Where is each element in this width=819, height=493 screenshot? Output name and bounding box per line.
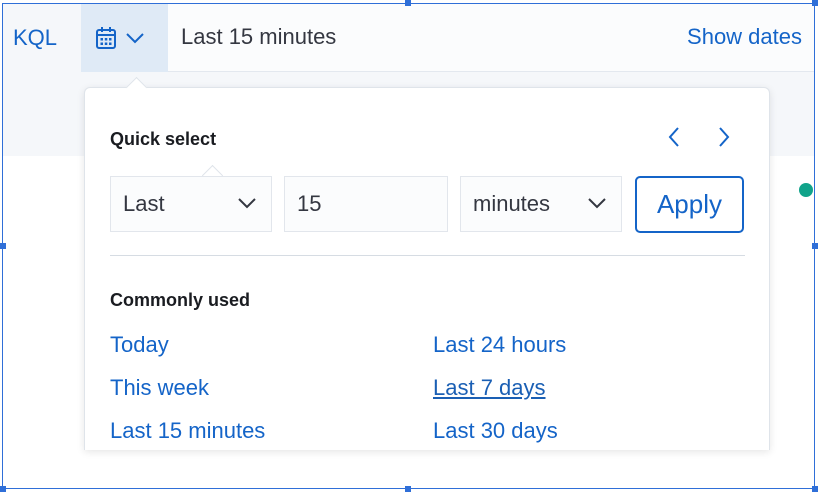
kql-toggle-button[interactable]: KQL	[3, 4, 67, 72]
date-range-label[interactable]: Last 15 minutes	[181, 24, 336, 50]
chevron-left-icon	[668, 127, 679, 147]
commonly-used-last-7-days[interactable]: Last 7 days	[433, 375, 546, 401]
commonly-used-title: Commonly used	[110, 290, 251, 310]
direction-select-value: Last	[123, 191, 165, 216]
chevron-down-icon	[126, 33, 144, 44]
resize-handle-left[interactable]	[0, 243, 6, 249]
chevron-down-icon	[238, 198, 256, 209]
quick-select-popover: Quick select Last 15 minutes Apply Commo…	[84, 76, 770, 450]
commonly-used-this-week[interactable]: This week	[110, 375, 209, 401]
commonly-used-today[interactable]: Today	[110, 332, 169, 358]
resize-handle-bottom-left[interactable]	[0, 486, 6, 492]
calendar-icon	[96, 27, 116, 49]
status-indicator	[799, 183, 813, 197]
amount-input-value: 15	[297, 191, 322, 216]
resize-handle-bottom[interactable]	[405, 486, 411, 492]
commonly-used-last-24-hours[interactable]: Last 24 hours	[433, 332, 566, 358]
commonly-used-last-15-minutes[interactable]: Last 15 minutes	[110, 418, 265, 444]
next-range-button[interactable]	[717, 125, 731, 156]
show-dates-button[interactable]: Show dates	[687, 24, 802, 50]
resize-handle-right[interactable]	[812, 243, 818, 249]
resize-handle-top[interactable]	[405, 0, 411, 6]
page-bottom	[3, 450, 814, 489]
unit-select[interactable]: minutes	[460, 176, 622, 232]
chevron-right-icon	[719, 127, 730, 147]
quick-select-title: Quick select	[110, 129, 217, 149]
commonly-used-last-30-days[interactable]: Last 30 days	[433, 418, 558, 444]
direction-select[interactable]: Last	[110, 176, 272, 232]
resize-handle-top-right[interactable]	[812, 0, 818, 6]
unit-select-value: minutes	[473, 191, 551, 216]
previous-range-button[interactable]	[667, 125, 681, 156]
chevron-down-icon	[588, 198, 606, 209]
date-range-display[interactable]: Last 15 minutes Show dates	[168, 4, 814, 72]
date-picker-quick-menu-button[interactable]	[81, 4, 168, 72]
apply-button[interactable]: Apply	[635, 176, 744, 233]
section-divider	[110, 255, 745, 256]
resize-handle-bottom-right[interactable]	[812, 486, 818, 492]
amount-input[interactable]: 15	[284, 176, 448, 232]
